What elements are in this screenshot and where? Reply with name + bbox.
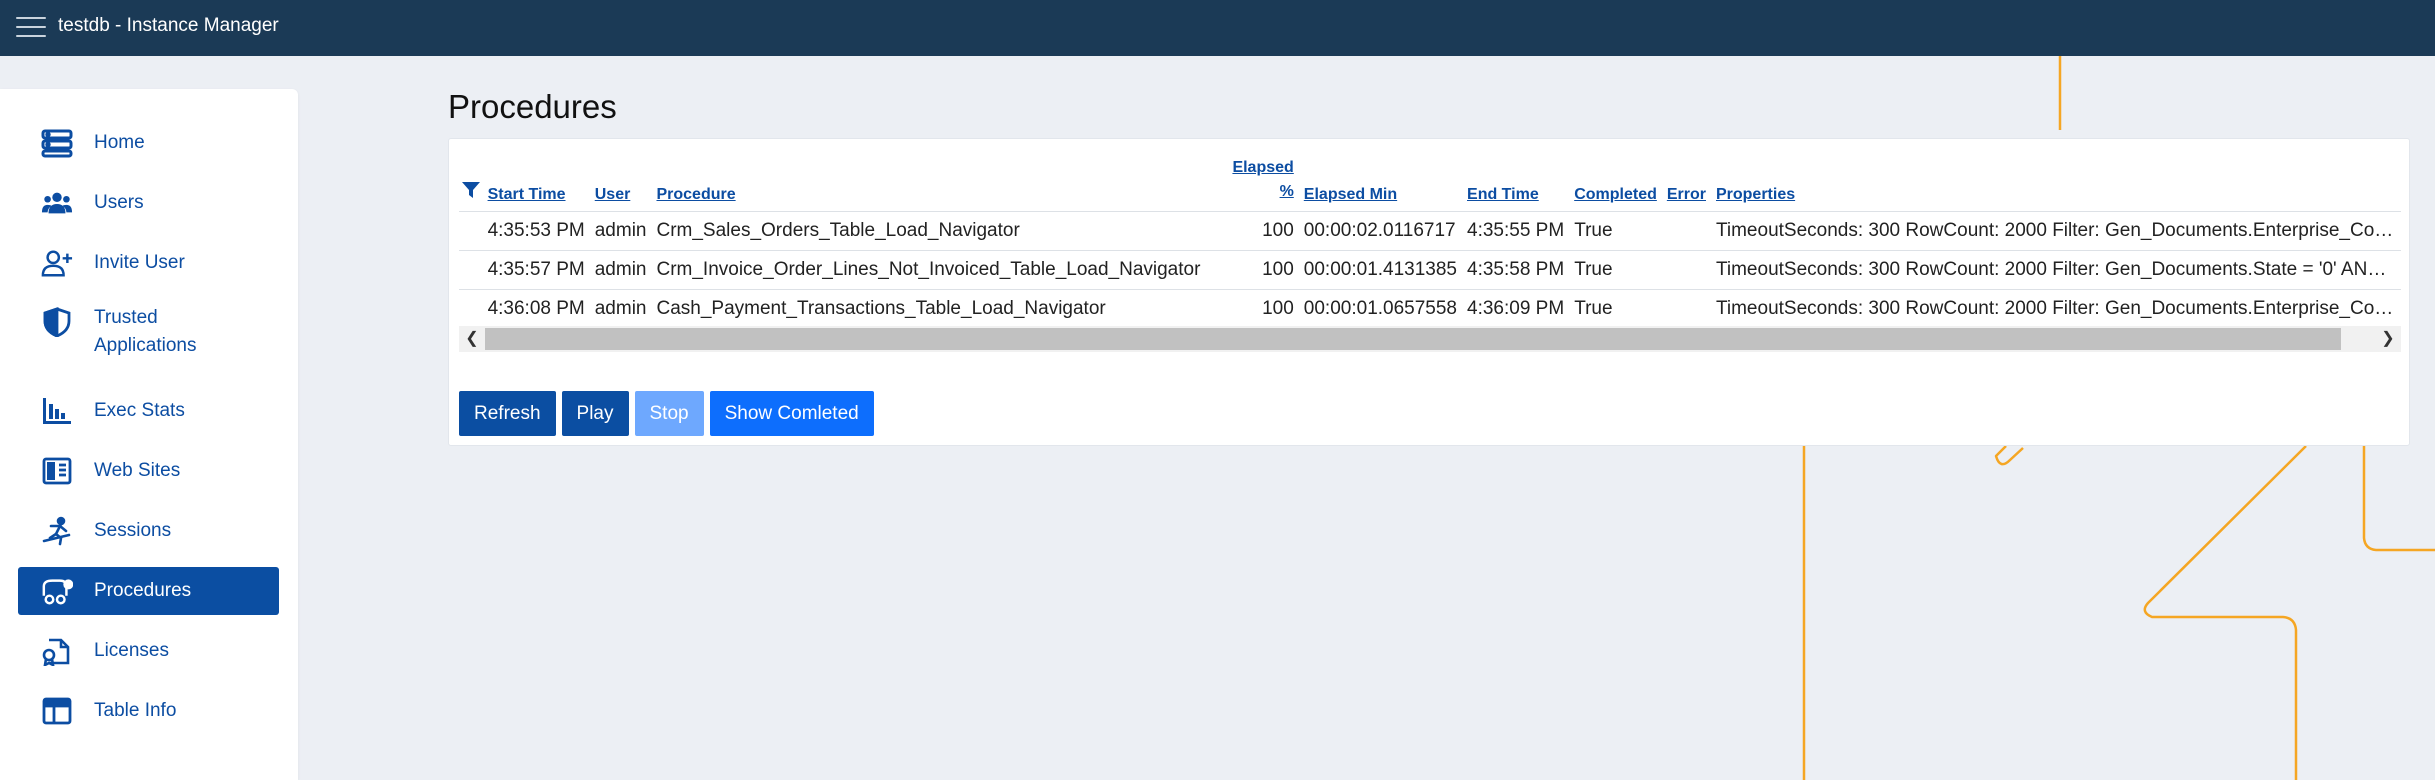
cell-properties: TimeoutSeconds: 300 RowCount: 2000 Filte…	[1710, 210, 2401, 250]
column-header-error[interactable]: Error	[1662, 149, 1711, 211]
column-header-start-time[interactable]: Start Time	[483, 149, 590, 211]
sidebar-item-label: Web Sites	[94, 460, 181, 481]
row-spacer	[459, 210, 483, 250]
cell-properties: TimeoutSeconds: 300 RowCount: 2000 Filte…	[1710, 249, 2401, 289]
cell-procedure: Cash_Payment_Transactions_Table_Load_Nav…	[651, 288, 1228, 328]
sidebar-item-trusted-applications[interactable]: Trusted Applications	[18, 296, 279, 364]
action-buttons: Refresh Play Stop Show Comleted	[459, 391, 874, 436]
column-header-elapsed-pct[interactable]: Elapsed%	[1227, 149, 1298, 211]
cell-elapsed-min: 00:00:01.0657558	[1298, 288, 1463, 328]
license-icon	[40, 635, 74, 667]
cell-end-time: 4:36:09 PM	[1462, 288, 1570, 328]
invite-user-icon	[40, 247, 74, 279]
filter-icon[interactable]	[459, 149, 483, 211]
sidebar-item-label: Users	[94, 192, 144, 213]
cell-completed: True	[1569, 249, 1662, 289]
sidebar-item-exec-stats[interactable]: Exec Stats	[18, 387, 279, 435]
cell-error	[1661, 249, 1711, 289]
cell-completed: True	[1569, 210, 1662, 250]
cell-start-time: 4:35:57 PM	[482, 249, 590, 289]
cell-procedure: Crm_Invoice_Order_Lines_Not_Invoiced_Tab…	[651, 249, 1228, 289]
bar-chart-icon	[40, 395, 74, 427]
cell-end-time: 4:35:58 PM	[1462, 249, 1570, 289]
stop-button[interactable]: Stop	[634, 391, 704, 436]
play-button[interactable]: Play	[561, 391, 629, 436]
column-header-elapsed-min[interactable]: Elapsed Min	[1299, 149, 1462, 211]
horizontal-scrollbar[interactable]: ❮ ❯	[459, 326, 2401, 352]
top-bar: testdb - Instance Manager	[0, 0, 2435, 56]
column-header-elapsed-pct-line2: %	[1279, 182, 1294, 200]
cell-elapsed-pct: 100	[1227, 249, 1299, 289]
cell-error	[1661, 288, 1711, 328]
sidebar-item-users[interactable]: Users	[18, 179, 279, 227]
sidebar-item-label: Exec Stats	[94, 400, 185, 421]
table-icon	[40, 695, 74, 727]
sidebar-item-web-sites[interactable]: Web Sites	[18, 447, 279, 495]
sidebar-item-label: Trusted Applications	[94, 307, 197, 356]
sidebar-item-label: Table Info	[94, 700, 177, 721]
cell-elapsed-min: 00:00:02.0116717	[1298, 210, 1463, 250]
app-title: testdb - Instance Manager	[58, 15, 279, 36]
cell-end-time: 4:35:55 PM	[1462, 210, 1570, 250]
cell-error	[1661, 210, 1711, 250]
cell-elapsed-pct: 100	[1227, 210, 1299, 250]
web-sites-icon	[40, 455, 74, 487]
column-header-procedure[interactable]: Procedure	[651, 149, 1227, 211]
column-header-elapsed-pct-line1: Elapsed	[1232, 158, 1294, 176]
refresh-button[interactable]: Refresh	[459, 391, 556, 436]
cell-elapsed-pct: 100	[1227, 288, 1299, 328]
table-header-row: Start Time User Procedure Elapsed% Elaps…	[459, 149, 2401, 211]
procedures-table: Start Time User Procedure Elapsed% Elaps…	[459, 149, 2401, 328]
table-row[interactable]: 4:36:08 PM admin Cash_Payment_Transactio…	[459, 288, 2401, 328]
column-header-user[interactable]: User	[590, 149, 652, 211]
scroll-right-icon[interactable]: ❯	[2378, 329, 2398, 349]
sidebar-item-label: Licenses	[94, 640, 169, 661]
sidebar: Home Users Invite User Trusted Applicati…	[0, 89, 298, 780]
table-row[interactable]: 4:35:57 PM admin Crm_Invoice_Order_Lines…	[459, 249, 2401, 289]
cell-completed: True	[1569, 288, 1662, 328]
cell-procedure: Crm_Sales_Orders_Table_Load_Navigator	[651, 210, 1228, 250]
shield-icon	[40, 306, 74, 338]
column-header-properties[interactable]: Properties	[1711, 149, 2401, 211]
column-header-end-time[interactable]: End Time	[1462, 149, 1569, 211]
sidebar-item-procedures[interactable]: Procedures	[18, 567, 279, 615]
sidebar-item-label: Sessions	[94, 520, 172, 541]
column-header-completed[interactable]: Completed	[1569, 149, 1662, 211]
cell-properties: TimeoutSeconds: 300 RowCount: 2000 Filte…	[1710, 288, 2401, 328]
users-icon	[40, 187, 74, 219]
cell-start-time: 4:35:53 PM	[482, 210, 590, 250]
cell-start-time: 4:36:08 PM	[482, 288, 590, 328]
page-title: Procedures	[448, 88, 617, 125]
sidebar-item-label: Procedures	[94, 580, 192, 601]
cell-elapsed-min: 00:00:01.4131385	[1298, 249, 1463, 289]
procedures-panel: Start Time User Procedure Elapsed% Elaps…	[448, 138, 2410, 446]
scroll-left-icon[interactable]: ❮	[462, 329, 482, 349]
cell-user: admin	[589, 288, 652, 328]
sidebar-item-home[interactable]: Home	[18, 119, 279, 167]
table-row[interactable]: 4:35:53 PM admin Crm_Sales_Orders_Table_…	[459, 210, 2401, 250]
home-icon	[40, 127, 74, 159]
sidebar-item-invite-user[interactable]: Invite User	[18, 239, 279, 287]
row-spacer	[459, 288, 483, 328]
sidebar-item-licenses[interactable]: Licenses	[18, 627, 279, 675]
show-completed-button[interactable]: Show Comleted	[709, 391, 874, 436]
cell-user: admin	[589, 249, 652, 289]
sidebar-item-label: Home	[94, 132, 145, 153]
sidebar-item-table-info[interactable]: Table Info	[18, 687, 279, 735]
scrollbar-thumb[interactable]	[485, 328, 2341, 350]
sessions-icon	[40, 515, 74, 547]
sidebar-item-sessions[interactable]: Sessions	[18, 507, 279, 555]
menu-icon[interactable]	[16, 13, 46, 41]
row-spacer	[459, 249, 483, 289]
procedures-icon	[40, 575, 74, 607]
sidebar-item-label: Invite User	[94, 252, 185, 273]
cell-user: admin	[589, 210, 652, 250]
